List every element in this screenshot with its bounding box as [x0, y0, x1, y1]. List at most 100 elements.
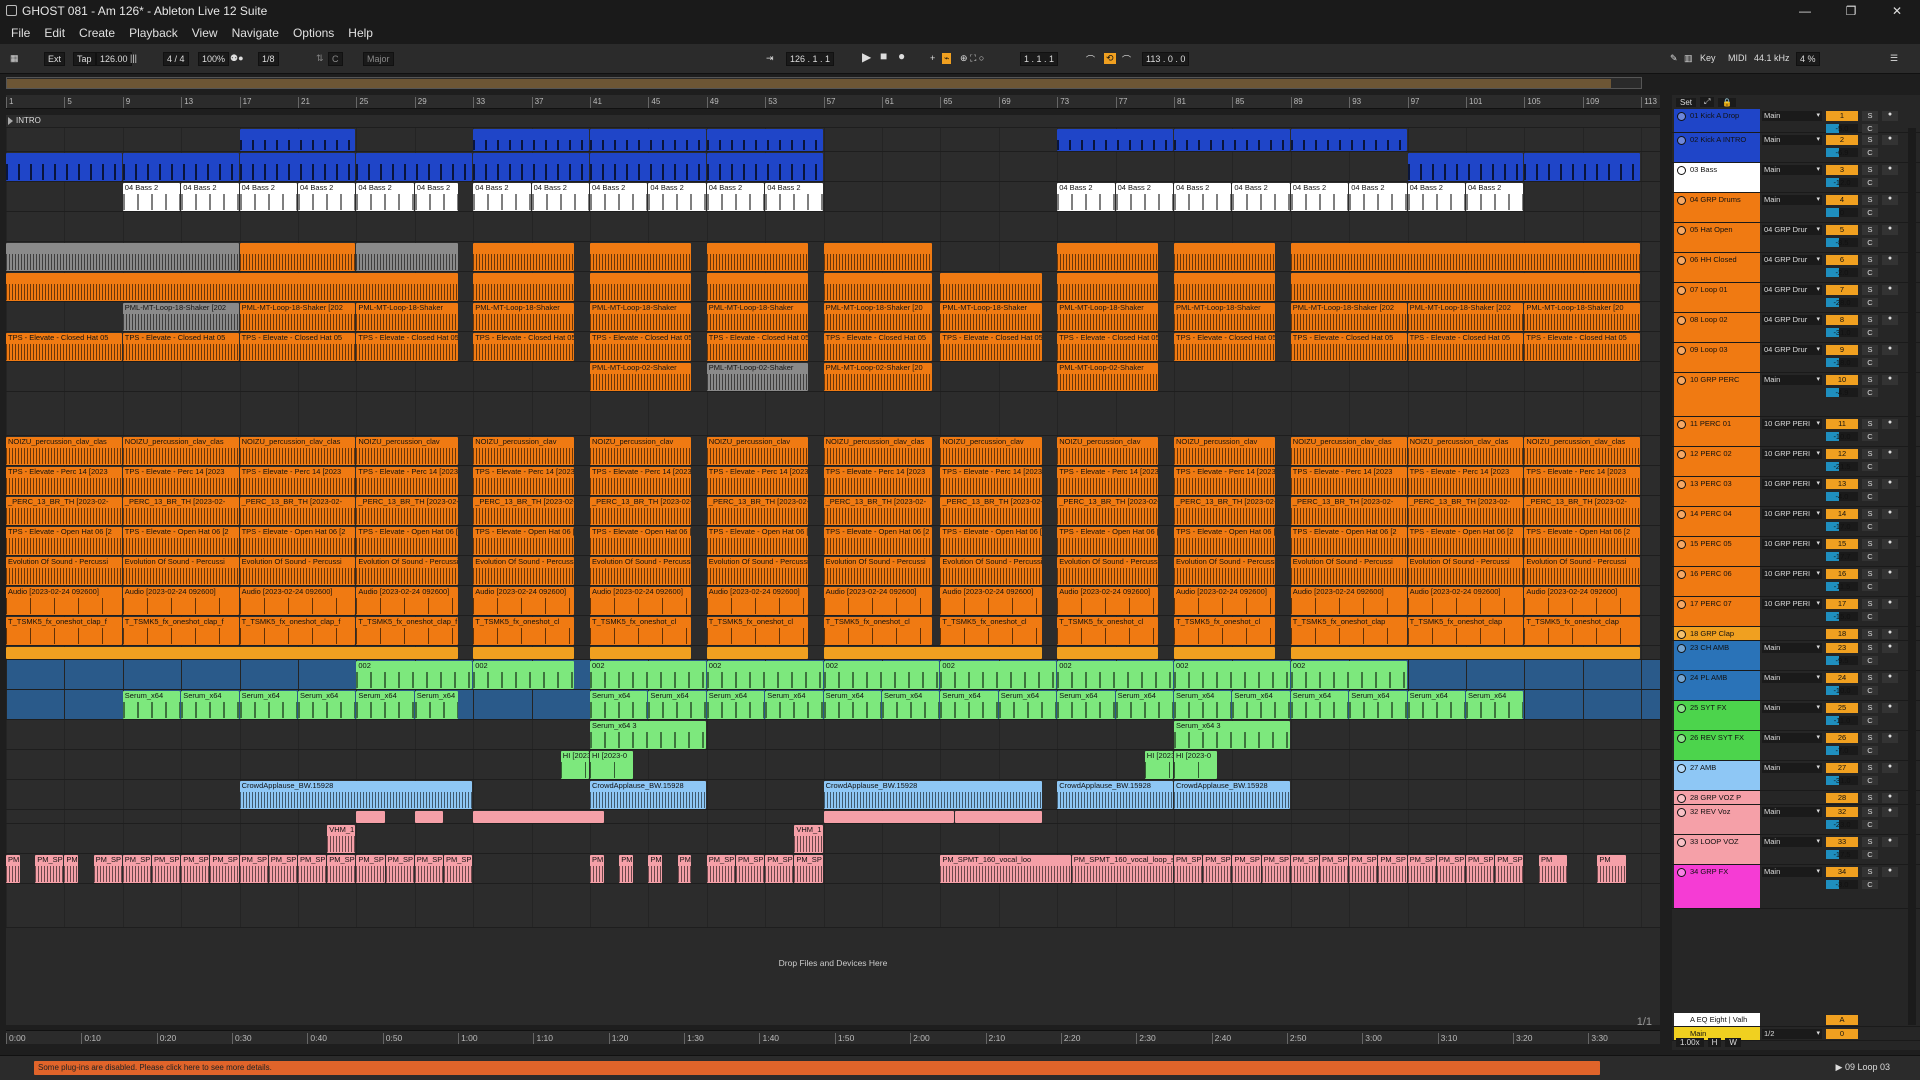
clip[interactable]: Serum_x64	[823, 691, 881, 719]
track-volume-field[interactable]: -7.0	[1826, 746, 1858, 755]
pan-button[interactable]: C	[1862, 124, 1878, 133]
track-lane[interactable]: _PERC_13_BR_TH [2023-02- _PERC_13_BR_TH […	[6, 496, 1660, 526]
arm-button[interactable]: ●	[1882, 375, 1898, 385]
clip[interactable]: _PERC_13_BR_TH [2023-02-	[1057, 497, 1159, 525]
clip[interactable]	[706, 273, 808, 301]
solo-button[interactable]: S	[1862, 135, 1878, 145]
hw-button[interactable]: H	[1707, 1037, 1722, 1047]
clip[interactable]: 04 Bass 2	[531, 183, 589, 211]
clip[interactable]: NOIZU_percussion_clav	[473, 437, 575, 465]
set-button[interactable]: Set	[1676, 97, 1697, 107]
track-fold-icon[interactable]	[1677, 630, 1686, 639]
arrangement-overview[interactable]	[6, 77, 1642, 89]
pan-button[interactable]: C	[1862, 612, 1878, 621]
clip[interactable]: TPS - Elevate - Perc 14 [2023	[940, 467, 1042, 495]
clip[interactable]: VHM_1	[327, 825, 356, 853]
clip[interactable]: TPS - Elevate - Perc 14 [2023	[1174, 467, 1276, 495]
clip[interactable]: T_TSMK5_fx_oneshot_cl	[590, 617, 692, 645]
clip[interactable]: 04 Bass 2	[590, 183, 648, 211]
clip[interactable]: Serum_x64	[356, 691, 414, 719]
solo-button[interactable]: S	[1862, 195, 1878, 205]
arm-button[interactable]: ●	[1882, 703, 1898, 713]
solo-button[interactable]: S	[1862, 111, 1878, 121]
clip[interactable]: Serum_x64	[1290, 691, 1349, 719]
track-lane[interactable]: PML-MT-Loop-02-Shaker PML-MT-Loop-02-Shak…	[6, 362, 1660, 392]
track-lane[interactable]: VHM_1 VHM_1	[6, 824, 1660, 854]
clip[interactable]: NOIZU_percussion_clav	[940, 437, 1042, 465]
clip[interactable]: 04 Bass 2	[1349, 183, 1407, 211]
clip[interactable]: PM	[590, 855, 604, 883]
clip[interactable]: Serum_x64 3	[590, 721, 706, 749]
clip[interactable]	[955, 811, 1042, 823]
track-activator-button[interactable]: 14	[1826, 509, 1858, 519]
clip[interactable]: Serum_x64	[1349, 691, 1407, 719]
arm-button[interactable]: ●	[1882, 629, 1898, 639]
clip[interactable]: 002	[356, 661, 473, 689]
track-header[interactable]: 26 REV SYT FXMain26S●-7.0C	[1672, 731, 1920, 761]
clip[interactable]	[590, 153, 706, 181]
clip[interactable]	[473, 153, 589, 181]
track-volume-field[interactable]: -23.0	[1826, 820, 1858, 829]
track-volume-field[interactable]: -28.0	[1826, 298, 1858, 307]
bar-ruler[interactable]: 1 5 9 13 17 21 25 29 33 37 41 45 49 53 57 61 65 69 73 77 81 8…	[6, 95, 1660, 109]
clip[interactable]	[823, 243, 933, 271]
track-header[interactable]: 02 Kick A INTROMain2S●-6.9C	[1672, 133, 1920, 163]
clip[interactable]: _PERC_13_BR_TH [2023-02-	[823, 497, 933, 525]
clip[interactable]: TPS - Elevate - Perc 14 [2023	[473, 467, 575, 495]
clip[interactable]: PM_SPMT_160_vocal_loop_s	[1071, 855, 1173, 883]
clip[interactable]: _PERC_13_BR_TH [2023-02-	[940, 497, 1042, 525]
track-header[interactable]: 24 PL AMBMain24S●-10.0C	[1672, 671, 1920, 701]
clip[interactable]: Audio [2023-02-24 092600]	[590, 587, 692, 615]
track-lane[interactable]	[6, 646, 1660, 660]
clip[interactable]: 04 Bass 2	[414, 183, 458, 211]
track-header[interactable]: 12 PERC 0210 GRP PERI12S●-21.5C	[1672, 447, 1920, 477]
solo-button[interactable]: S	[1862, 673, 1878, 683]
track-output-dropdown[interactable]: 04 GRP Drur	[1762, 315, 1822, 325]
clip[interactable]: PML-MT-Loop-18-Shaker	[940, 303, 1042, 331]
solo-button[interactable]: S	[1862, 255, 1878, 265]
track-name[interactable]: 15 PERC 05	[1674, 537, 1760, 566]
clip[interactable]: Audio [2023-02-24 092600]	[1407, 587, 1524, 615]
track-activator-button[interactable]: 34	[1826, 867, 1858, 877]
solo-button[interactable]: S	[1862, 345, 1878, 355]
clip[interactable]: 04 Bass 2	[1290, 183, 1349, 211]
track-fold-icon[interactable]	[1677, 226, 1686, 235]
clip[interactable]	[473, 811, 604, 823]
clip[interactable]: PM_SP	[1378, 855, 1407, 883]
clip[interactable]: TPS - Elevate - Open Hat 06 [2	[239, 527, 356, 555]
key-map-button[interactable]: Key	[1700, 53, 1716, 63]
solo-button[interactable]: S	[1862, 569, 1878, 579]
track-lane[interactable]: TPS - Elevate - Closed Hat 05 TPS - Eleva…	[6, 332, 1660, 362]
track-volume-field[interactable]: -17.5	[1826, 850, 1858, 859]
track-lane[interactable]	[6, 392, 1660, 436]
clip[interactable]: Serum_x64	[648, 691, 706, 719]
arm-button[interactable]: ●	[1882, 135, 1898, 145]
solo-button[interactable]: S	[1862, 509, 1878, 519]
clip[interactable]: _PERC_13_BR_TH [2023-02-	[1290, 497, 1407, 525]
clip[interactable]: TPS - Elevate - Closed Hat 05	[940, 333, 1042, 361]
clip[interactable]: PM_SP	[181, 855, 210, 883]
track-fold-icon[interactable]	[1677, 734, 1686, 743]
track-output-dropdown[interactable]: Main	[1762, 733, 1822, 743]
track-volume-field[interactable]: -17.0	[1826, 522, 1858, 531]
clip[interactable]: PML-MT-Loop-18-Shaker [202	[239, 303, 356, 331]
menu-create[interactable]: Create	[72, 26, 122, 40]
track-lane[interactable]	[6, 128, 1660, 152]
solo-button[interactable]: S	[1862, 225, 1878, 235]
clip[interactable]: TPS - Elevate - Perc 14 [2023	[356, 467, 458, 495]
overdub-icon[interactable]: +	[930, 53, 935, 63]
solo-button[interactable]: S	[1862, 285, 1878, 295]
clip[interactable]: T_TSMK5_fx_oneshot_cl	[473, 617, 575, 645]
clip[interactable]: TPS - Elevate - Open Hat 06 [2	[6, 527, 122, 555]
arm-button[interactable]: ●	[1882, 807, 1898, 817]
track-output-dropdown[interactable]: Main	[1762, 703, 1822, 713]
track-fold-icon[interactable]	[1677, 540, 1686, 549]
solo-button[interactable]: S	[1862, 807, 1878, 817]
clip[interactable]: PM	[619, 855, 633, 883]
clip[interactable]: 002	[940, 661, 1057, 689]
clip[interactable]	[590, 647, 692, 659]
clip[interactable]: 002	[706, 661, 823, 689]
clip[interactable]: TPS - Elevate - Closed Hat 05	[473, 333, 575, 361]
clip[interactable]: Serum_x64	[590, 691, 648, 719]
clip[interactable]: Evolution Of Sound - Percussi	[239, 557, 356, 585]
